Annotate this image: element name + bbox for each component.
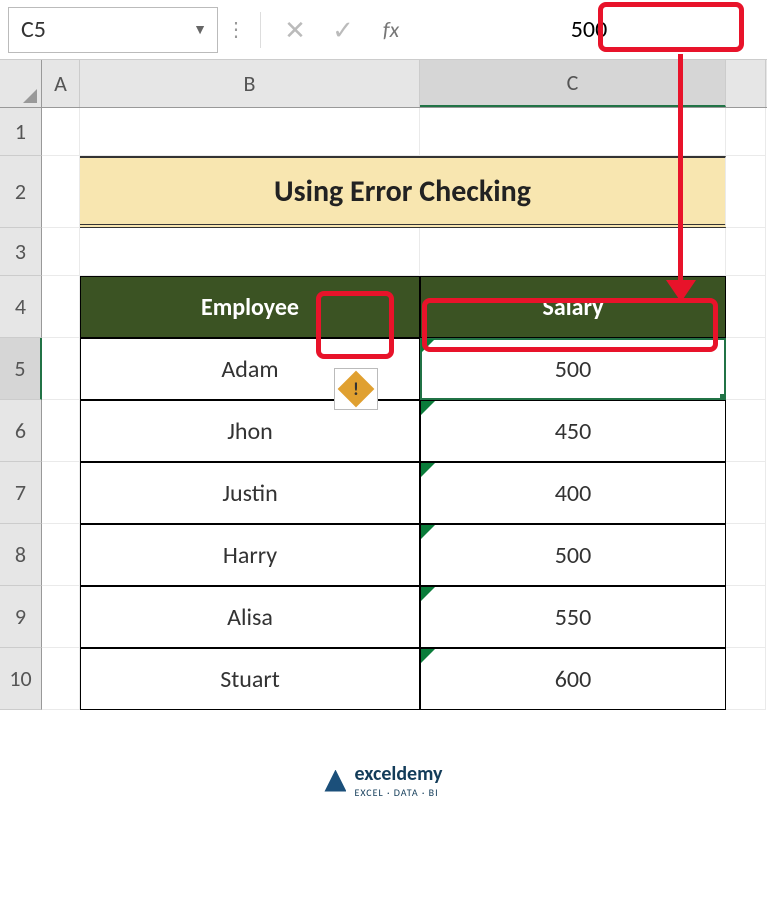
separator-dots-icon: ⋮ (226, 17, 246, 42)
row-header-8[interactable]: 8 (0, 524, 42, 586)
col-header-a[interactable]: A (42, 60, 80, 107)
cell-a1[interactable] (42, 108, 80, 156)
row-1: 1 (0, 108, 767, 156)
title-cell[interactable]: Using Error Checking (80, 156, 726, 228)
cell-a9[interactable] (42, 586, 80, 648)
select-all-corner[interactable] (0, 60, 42, 107)
cell-d4[interactable] (726, 276, 766, 338)
brand-logo-icon (324, 770, 346, 792)
row-header-1[interactable]: 1 (0, 108, 42, 156)
cell-d1[interactable] (726, 108, 766, 156)
cell-c7[interactable]: 400 (420, 462, 726, 524)
row-header-6[interactable]: 6 (0, 400, 42, 462)
name-box-value: C5 (21, 15, 46, 44)
cell-d9[interactable] (726, 586, 766, 648)
row-10: 10 Stuart 600 (0, 648, 767, 710)
cell-b7[interactable]: Justin (80, 462, 420, 524)
cell-a8[interactable] (42, 524, 80, 586)
brand-name: exceldemy (354, 762, 442, 786)
confirm-entry-icon[interactable]: ✓ (323, 10, 363, 50)
cell-a5[interactable] (42, 338, 80, 400)
row-header-3[interactable]: 3 (0, 228, 42, 276)
row-header-5[interactable]: 5 (0, 338, 42, 400)
divider (260, 12, 261, 48)
cell-c9[interactable]: 550 (420, 586, 726, 648)
cell-d5[interactable] (726, 338, 766, 400)
cell-a10[interactable] (42, 648, 80, 710)
row-9: 9 Alisa 550 (0, 586, 767, 648)
cell-d6[interactable] (726, 400, 766, 462)
formula-bar: C5 ▼ ⋮ ✕ ✓ fx 500 (0, 0, 767, 60)
insert-function-icon[interactable]: fx (371, 10, 411, 50)
formula-value: 500 (571, 15, 608, 44)
cell-a3[interactable] (42, 228, 80, 276)
cell-a7[interactable] (42, 462, 80, 524)
brand-text-wrap: exceldemy EXCEL · DATA · BI (354, 762, 442, 799)
cell-a4[interactable] (42, 276, 80, 338)
cell-c10[interactable]: 600 (420, 648, 726, 710)
row-2: 2 Using Error Checking (0, 156, 767, 228)
error-smart-tag[interactable]: ! (334, 368, 378, 410)
row-header-2[interactable]: 2 (0, 156, 42, 228)
spreadsheet-grid: A B C 1 2 Using Error Checking 3 (0, 60, 767, 710)
annotation-arrow-head-icon (666, 280, 696, 302)
cell-a6[interactable] (42, 400, 80, 462)
cell-d8[interactable] (726, 524, 766, 586)
cell-d2[interactable] (726, 156, 766, 228)
row-header-7[interactable]: 7 (0, 462, 42, 524)
cell-b9[interactable]: Alisa (80, 586, 420, 648)
row-7: 7 Justin 400 (0, 462, 767, 524)
annotation-arrow-line (678, 54, 683, 286)
cell-c5[interactable]: 500 (420, 338, 726, 400)
cell-b1[interactable] (80, 108, 420, 156)
cell-d10[interactable] (726, 648, 766, 710)
chevron-down-icon[interactable]: ▼ (193, 21, 207, 38)
row-4: 4 Employee Salary (0, 276, 767, 338)
cell-c8[interactable]: 500 (420, 524, 726, 586)
col-header-d[interactable] (726, 60, 766, 107)
cell-b3[interactable] (80, 228, 420, 276)
cell-b10[interactable]: Stuart (80, 648, 420, 710)
formula-input[interactable]: 500 (419, 7, 759, 53)
name-box[interactable]: C5 ▼ (8, 7, 218, 53)
row-header-9[interactable]: 9 (0, 586, 42, 648)
row-header-4[interactable]: 4 (0, 276, 42, 338)
row-5: 5 Adam 500 (0, 338, 767, 400)
row-header-10[interactable]: 10 (0, 648, 42, 710)
cell-a2[interactable] (42, 156, 80, 228)
warning-mark: ! (353, 378, 359, 400)
column-headers: A B C (0, 60, 767, 108)
row-6: 6 Jhon 450 (0, 400, 767, 462)
cell-c6[interactable]: 450 (420, 400, 726, 462)
row-3: 3 (0, 228, 767, 276)
col-header-b[interactable]: B (80, 60, 420, 107)
rows-container: 1 2 Using Error Checking 3 4 Employee (0, 108, 767, 710)
row-8: 8 Harry 500 (0, 524, 767, 586)
cell-d7[interactable] (726, 462, 766, 524)
cancel-entry-icon[interactable]: ✕ (275, 10, 315, 50)
cell-b8[interactable]: Harry (80, 524, 420, 586)
warning-icon: ! (338, 371, 375, 408)
watermark: exceldemy EXCEL · DATA · BI (0, 750, 767, 819)
brand-subtitle: EXCEL · DATA · BI (354, 786, 442, 799)
cell-d3[interactable] (726, 228, 766, 276)
header-employee[interactable]: Employee (80, 276, 420, 338)
title-text: Using Error Checking (274, 173, 531, 210)
